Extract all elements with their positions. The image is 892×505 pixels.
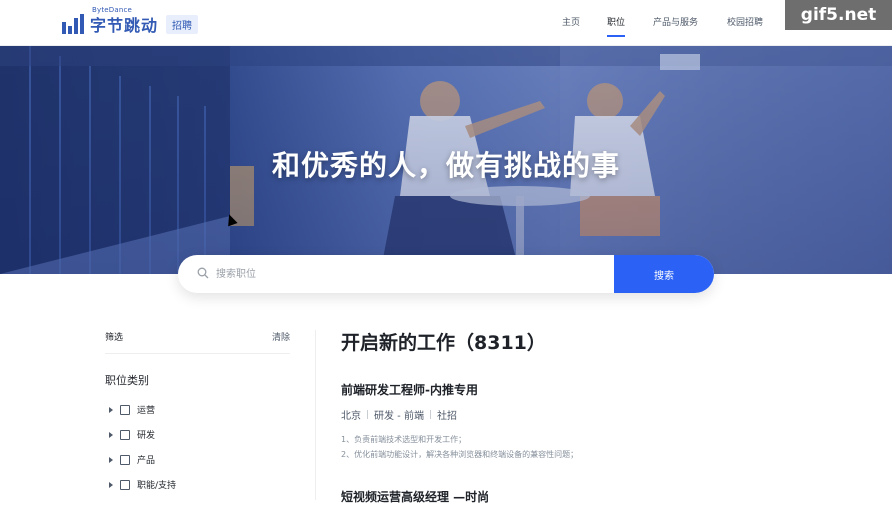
category-item-rnd[interactable]: 研发 (105, 422, 290, 447)
logo-small-text: ByteDance (92, 6, 133, 14)
job-title[interactable]: 短视频运营高级经理 —时尚 (341, 488, 489, 505)
job-search-bar: 搜索 (178, 255, 714, 293)
nav-home[interactable]: 主页 (562, 0, 580, 46)
category-list: 运营 研发 产品 职能/支持 (105, 397, 290, 497)
search-icon (197, 267, 209, 279)
expand-caret-icon[interactable] (109, 456, 113, 463)
category-item-support[interactable]: 职能/支持 (105, 472, 290, 497)
category-checkbox[interactable] (120, 454, 130, 465)
bytedance-logo[interactable]: ByteDance 字节跳动 招聘 (62, 6, 199, 36)
job-desc-line: 2、优化前端功能设计，解决各种浏览器和终端设备的兼容性问题； (341, 450, 579, 459)
hero-banner: 和优秀的人，做有挑战的事 (0, 46, 892, 274)
job-list: 开启新的工作（8311） 前端研发工程师-内推专用 北京 研发 - 前端 社招 … (341, 328, 861, 462)
category-checkbox[interactable] (120, 404, 130, 415)
meta-separator (429, 410, 431, 419)
category-label: 运营 (137, 406, 156, 416)
job-count-title: 开启新的工作（8311） (341, 332, 546, 354)
job-desc-line: 1、负责前端技术选型和开发工作； (341, 435, 467, 444)
search-button[interactable]: 搜索 (614, 255, 714, 293)
category-checkbox[interactable] (120, 479, 130, 490)
category-checkbox[interactable] (120, 429, 130, 440)
site-watermark: gif5.net (785, 0, 892, 30)
job-type: 社招 (436, 411, 457, 422)
job-category: 研发 - 前端 (374, 411, 424, 422)
job-title[interactable]: 前端研发工程师-内推专用 (341, 381, 861, 398)
category-item-product[interactable]: 产品 (105, 447, 290, 472)
expand-caret-icon[interactable] (109, 481, 113, 488)
expand-caret-icon[interactable] (109, 406, 113, 413)
logo-text: 字节跳动 (90, 16, 159, 35)
hero-title: 和优秀的人，做有挑战的事 (271, 149, 620, 182)
job-category-title: 职位类别 (105, 374, 149, 387)
meta-separator (367, 410, 368, 419)
job-description: 1、负责前端技术选型和开发工作； 2、优化前端功能设计，解决各种浏览器和终端设备… (341, 432, 861, 462)
category-label: 研发 (137, 431, 156, 441)
nav-products-services[interactable]: 产品与服务 (653, 0, 698, 46)
clear-filter-button[interactable]: 清除 (272, 330, 290, 353)
category-label: 职能/支持 (137, 481, 177, 491)
job-meta: 北京 研发 - 前端 社招 (341, 407, 861, 422)
filter-panel: 筛选 清除 职位类别 运营 研发 产品 职能/支持 (105, 330, 290, 497)
category-item-operations[interactable]: 运营 (105, 397, 290, 422)
nav-jobs[interactable]: 职位 (607, 0, 626, 46)
job-card[interactable]: 前端研发工程师-内推专用 北京 研发 - 前端 社招 1、负责前端技术选型和开发… (341, 381, 861, 462)
job-location: 北京 (341, 411, 361, 422)
recruit-badge: 招聘 (166, 14, 199, 34)
category-label: 产品 (137, 456, 156, 466)
search-input[interactable] (216, 255, 612, 293)
logo-bars-icon (62, 14, 86, 34)
filter-heading: 筛选 (105, 333, 124, 343)
nav-campus-recruiting[interactable]: 校园招聘 (727, 0, 763, 46)
expand-caret-icon[interactable] (109, 431, 113, 438)
top-navigation-bar: ByteDance 字节跳动 招聘 主页 职位 产品与服务 校园招聘 (0, 0, 892, 46)
content-divider (315, 330, 316, 500)
